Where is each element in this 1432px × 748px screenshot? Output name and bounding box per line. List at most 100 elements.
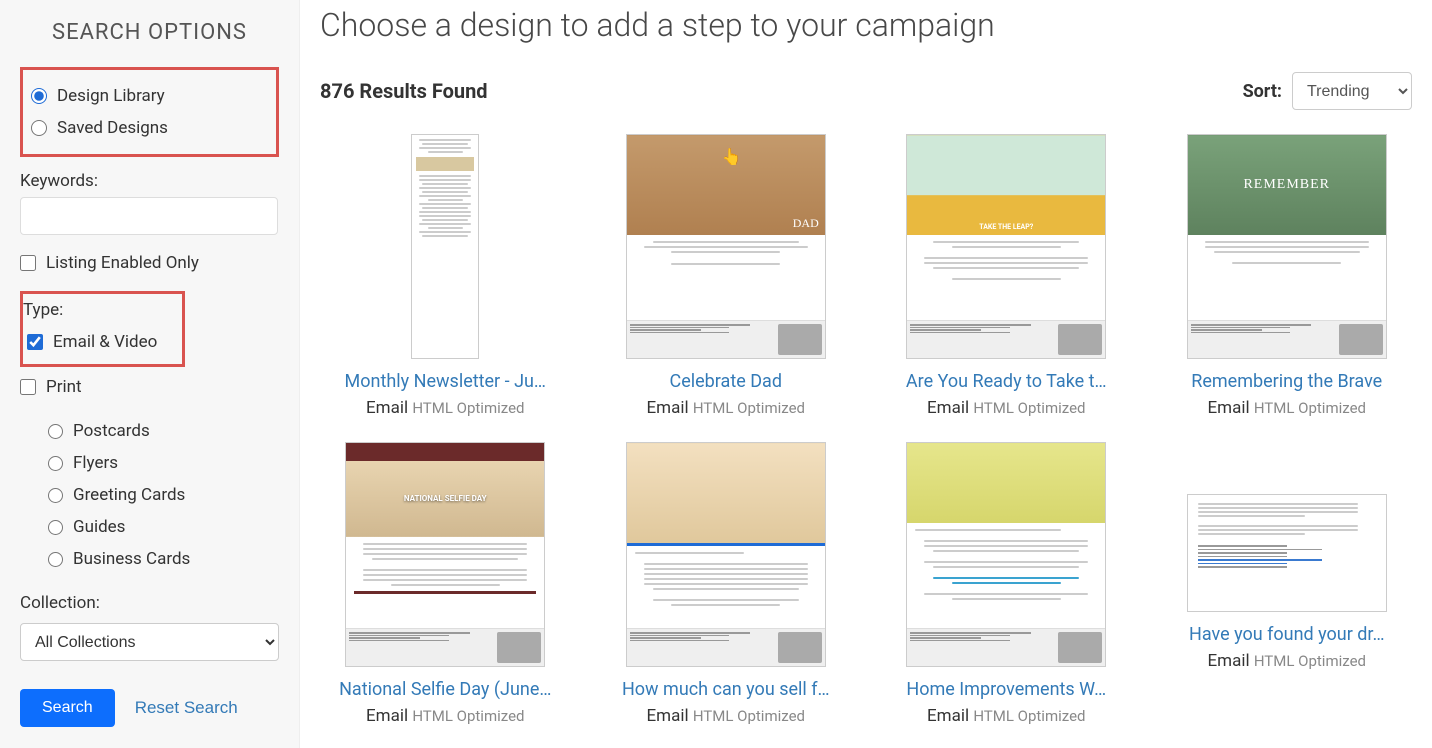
design-title-link[interactable]: National Selfie Day (June…	[325, 679, 565, 700]
design-subtype: HTML Optimized	[1254, 652, 1366, 670]
type-email-video-checkbox[interactable]	[27, 334, 43, 350]
sidebar-title: SEARCH OPTIONS	[20, 20, 279, 45]
collection-select[interactable]: All Collections	[20, 623, 279, 661]
design-subtype: HTML Optimized	[973, 399, 1085, 417]
radio-saved-designs-label: Saved Designs	[57, 118, 168, 138]
type-print-row[interactable]: Print	[20, 373, 279, 401]
subtype-business-cards-label: Business Cards	[73, 549, 190, 569]
design-type: Email	[366, 398, 408, 418]
design-thumbnail[interactable]: 👆 DAD	[626, 134, 826, 359]
subtype-postcards-input[interactable]	[48, 424, 63, 439]
design-type: Email	[647, 398, 689, 418]
design-title-link[interactable]: Remembering the Brave	[1167, 371, 1407, 392]
subtype-greeting-cards[interactable]: Greeting Cards	[48, 479, 279, 511]
subtype-flyers[interactable]: Flyers	[48, 447, 279, 479]
design-subtype: HTML Optimized	[412, 399, 524, 417]
reset-search-button[interactable]: Reset Search	[135, 698, 238, 718]
type-filter-group: Type: Email & Video	[20, 291, 185, 367]
subtype-postcards[interactable]: Postcards	[48, 415, 279, 447]
design-type: Email	[1208, 398, 1250, 418]
keywords-label: Keywords:	[20, 171, 279, 191]
search-button[interactable]: Search	[20, 689, 115, 727]
design-meta: Email HTML Optimized	[881, 706, 1132, 726]
design-thumbnail[interactable]	[906, 442, 1106, 667]
type-email-video-label: Email & Video	[53, 332, 157, 352]
design-meta: Email HTML Optimized	[601, 398, 852, 418]
design-title-link[interactable]: Monthly Newsletter - Ju…	[325, 371, 565, 392]
app-root: SEARCH OPTIONS Design Library Saved Desi…	[0, 0, 1432, 748]
design-title-link[interactable]: How much can you sell f…	[606, 679, 846, 700]
subtype-greeting-cards-label: Greeting Cards	[73, 485, 185, 505]
design-thumbnail[interactable]	[411, 134, 479, 359]
subtype-business-cards-input[interactable]	[48, 552, 63, 567]
design-card: Have you found your dr… Email HTML Optim…	[1162, 442, 1413, 726]
main-content: Choose a design to add a step to your ca…	[300, 0, 1432, 748]
design-subtype: HTML Optimized	[693, 399, 805, 417]
type-print-checkbox[interactable]	[20, 379, 36, 395]
design-meta: Email HTML Optimized	[601, 706, 852, 726]
sort-select[interactable]: Trending	[1292, 72, 1412, 110]
subtype-greeting-cards-input[interactable]	[48, 488, 63, 503]
type-email-video-row[interactable]: Email & Video	[23, 328, 182, 356]
listing-enabled-checkbox[interactable]	[20, 255, 36, 271]
design-card: How much can you sell f… Email HTML Opti…	[601, 442, 852, 726]
design-card: NATIONAL SELFIE DAY National Selfie Day …	[320, 442, 571, 726]
results-count: 876 Results Found	[320, 79, 488, 103]
results-number: 876	[320, 79, 354, 103]
design-title-link[interactable]: Are You Ready to Take t…	[886, 371, 1126, 392]
radio-design-library-input[interactable]	[31, 88, 47, 104]
subtype-postcards-label: Postcards	[73, 421, 150, 441]
source-radio-group: Design Library Saved Designs	[20, 67, 279, 157]
design-card: Home Improvements W… Email HTML Optimize…	[881, 442, 1132, 726]
sort-control: Sort: Trending	[1243, 72, 1412, 110]
design-subtype: HTML Optimized	[412, 707, 524, 725]
cursor-pointer-icon: 👆	[722, 147, 742, 166]
design-meta: Email HTML Optimized	[320, 706, 571, 726]
design-thumbnail[interactable]	[906, 134, 1106, 359]
collection-label: Collection:	[20, 593, 279, 613]
design-type: Email	[366, 706, 408, 726]
design-card: Are You Ready to Take t… Email HTML Opti…	[881, 134, 1132, 418]
subtype-guides-label: Guides	[73, 517, 125, 537]
page-title: Choose a design to add a step to your ca…	[320, 6, 1412, 44]
design-thumbnail[interactable]	[626, 442, 826, 667]
type-label: Type:	[23, 300, 182, 322]
design-meta: Email HTML Optimized	[1162, 398, 1413, 418]
subtype-flyers-input[interactable]	[48, 456, 63, 471]
design-card: REMEMBER Remembering the Brave Email HTM…	[1162, 134, 1413, 418]
design-meta: Email HTML Optimized	[320, 398, 571, 418]
radio-saved-designs[interactable]: Saved Designs	[23, 112, 276, 144]
design-type: Email	[647, 706, 689, 726]
design-thumbnail[interactable]: NATIONAL SELFIE DAY	[345, 442, 545, 667]
design-type: Email	[927, 706, 969, 726]
subtype-flyers-label: Flyers	[73, 453, 118, 473]
type-print-label: Print	[46, 377, 82, 397]
design-meta: Email HTML Optimized	[1162, 651, 1413, 671]
design-thumbnail[interactable]	[1187, 494, 1387, 612]
radio-saved-designs-input[interactable]	[31, 120, 47, 136]
results-header: 876 Results Found Sort: Trending	[320, 72, 1412, 110]
results-label: Results Found	[359, 79, 487, 103]
design-grid: Monthly Newsletter - Ju… Email HTML Opti…	[320, 134, 1412, 726]
design-card: Monthly Newsletter - Ju… Email HTML Opti…	[320, 134, 571, 418]
radio-design-library[interactable]: Design Library	[23, 80, 276, 112]
design-title-link[interactable]: Home Improvements W…	[886, 679, 1126, 700]
design-subtype: HTML Optimized	[693, 707, 805, 725]
design-title-link[interactable]: Celebrate Dad	[606, 371, 846, 392]
sidebar-actions: Search Reset Search	[20, 689, 279, 727]
search-options-panel: SEARCH OPTIONS Design Library Saved Desi…	[0, 0, 300, 748]
radio-design-library-label: Design Library	[57, 86, 165, 106]
design-thumbnail[interactable]: REMEMBER	[1187, 134, 1387, 359]
design-meta: Email HTML Optimized	[881, 398, 1132, 418]
keywords-input[interactable]	[20, 197, 278, 235]
design-title-link[interactable]: Have you found your dr…	[1167, 624, 1407, 645]
listing-enabled-row[interactable]: Listing Enabled Only	[20, 249, 279, 277]
design-type: Email	[927, 398, 969, 418]
design-type: Email	[1208, 651, 1250, 671]
print-subtypes: Postcards Flyers Greeting Cards Guides B…	[20, 415, 279, 575]
subtype-guides[interactable]: Guides	[48, 511, 279, 543]
sort-label: Sort:	[1243, 81, 1282, 102]
subtype-business-cards[interactable]: Business Cards	[48, 543, 279, 575]
subtype-guides-input[interactable]	[48, 520, 63, 535]
collection-field: Collection: All Collections	[20, 593, 279, 661]
